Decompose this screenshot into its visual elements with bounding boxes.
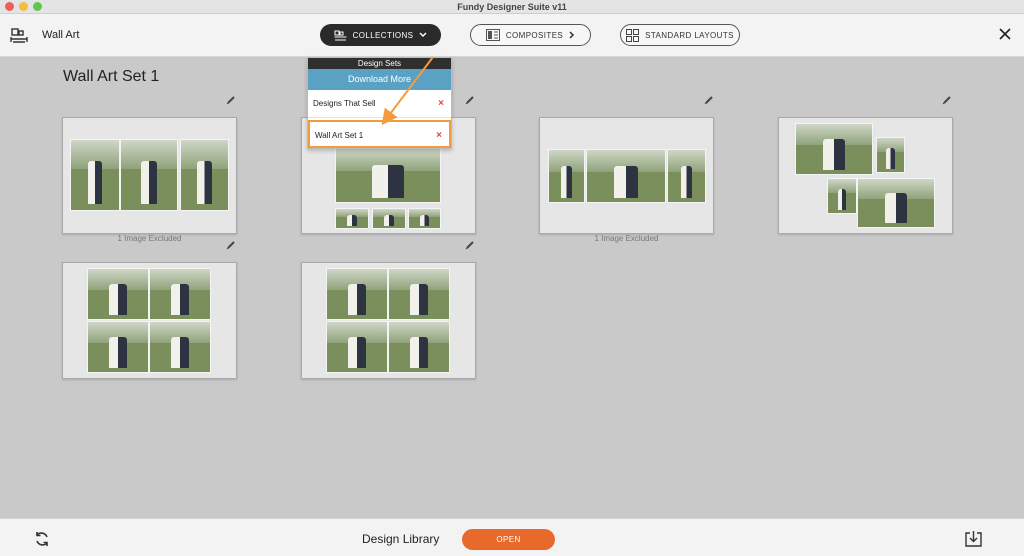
photo — [87, 321, 149, 373]
photo — [827, 178, 857, 214]
composites-button[interactable]: COMPOSITES — [470, 24, 591, 46]
photo — [149, 268, 211, 320]
photo — [335, 208, 369, 229]
composites-icon — [485, 29, 500, 41]
photo — [335, 148, 441, 203]
photo — [372, 208, 406, 229]
layout-card[interactable] — [539, 117, 714, 234]
grid-icon — [626, 28, 640, 42]
collections-label: COLLECTIONS — [352, 30, 414, 40]
pencil-icon[interactable] — [226, 95, 236, 105]
export-icon[interactable] — [965, 530, 982, 547]
remove-icon[interactable]: × — [438, 90, 444, 118]
standard-layouts-button[interactable]: STANDARD LAYOUTS — [620, 24, 740, 46]
layout-card[interactable] — [301, 262, 476, 379]
pencil-icon[interactable] — [465, 95, 475, 105]
photo — [408, 208, 441, 229]
page-title: Wall Art Set 1 — [63, 68, 160, 85]
chevron-down-icon — [419, 32, 427, 38]
photo — [548, 149, 585, 203]
collections-icon — [334, 30, 347, 40]
photo — [180, 139, 229, 211]
design-sets-dropdown: Design Sets Download More Designs That S… — [307, 57, 452, 149]
photo — [326, 268, 388, 320]
pencil-icon[interactable] — [465, 240, 475, 250]
excluded-note: 1 Image Excluded — [594, 234, 659, 243]
open-button[interactable]: OPEN — [462, 529, 555, 550]
section-label: Wall Art — [42, 29, 80, 41]
design-set-item[interactable]: Designs That Sell × — [308, 90, 451, 118]
layout-card[interactable] — [62, 117, 237, 234]
pencil-icon[interactable] — [942, 95, 952, 105]
pencil-icon[interactable] — [704, 95, 714, 105]
photo — [586, 149, 666, 203]
design-set-label: Designs That Sell — [313, 99, 376, 108]
chevron-right-icon — [569, 31, 575, 39]
photo — [120, 139, 178, 211]
design-set-label: Wall Art Set 1 — [315, 131, 364, 140]
dropdown-header: Design Sets — [308, 58, 451, 69]
design-library-label: Design Library — [362, 532, 440, 546]
photo — [388, 268, 450, 320]
layout-card[interactable] — [62, 262, 237, 379]
photo — [70, 139, 120, 211]
photo — [87, 268, 149, 320]
photo — [667, 149, 706, 203]
download-more-button[interactable]: Download More — [308, 69, 451, 90]
refresh-icon[interactable] — [34, 531, 50, 547]
layout-card[interactable] — [778, 117, 953, 234]
photo — [876, 137, 905, 173]
remove-icon[interactable]: × — [436, 122, 442, 150]
app-title: Fundy Designer Suite v11 — [457, 2, 567, 12]
bottom-bar: Design Library OPEN — [0, 518, 1024, 556]
photo — [149, 321, 211, 373]
photo — [388, 321, 450, 373]
top-toolbar: Wall Art COLLECTIONS COMPOSITES STANDARD… — [0, 14, 1024, 57]
pencil-icon[interactable] — [226, 240, 236, 250]
title-bar: Fundy Designer Suite v11 — [0, 0, 1024, 14]
design-set-item-selected[interactable]: Wall Art Set 1 × — [308, 120, 451, 148]
composites-label: COMPOSITES — [505, 30, 564, 40]
collections-button[interactable]: COLLECTIONS — [320, 24, 441, 46]
close-icon[interactable] — [998, 27, 1012, 41]
photo — [795, 123, 873, 175]
photo — [326, 321, 388, 373]
excluded-note: 1 Image Excluded — [117, 234, 182, 243]
photo — [857, 178, 935, 228]
standard-layouts-label: STANDARD LAYOUTS — [645, 30, 734, 40]
wall-art-icon — [10, 28, 28, 43]
